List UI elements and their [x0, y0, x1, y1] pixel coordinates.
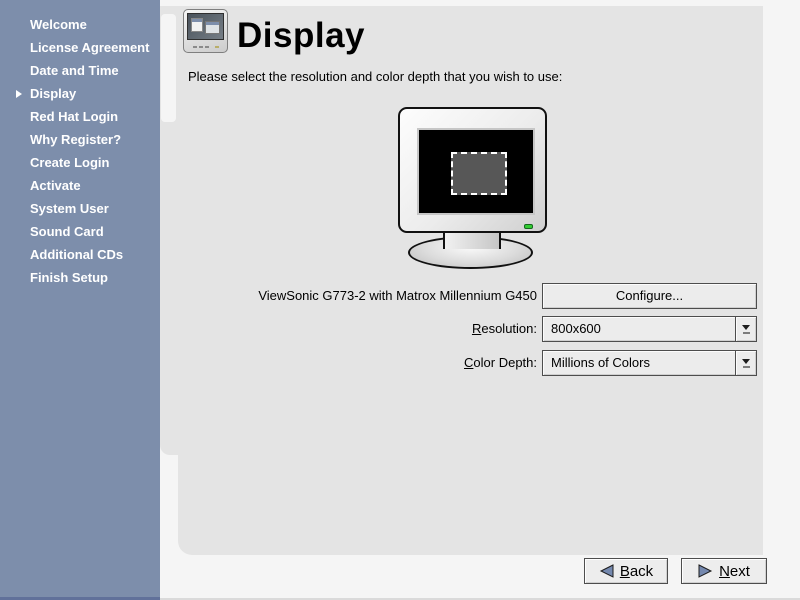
monitor-screen [417, 128, 535, 215]
display-header-icon [183, 9, 228, 53]
power-led [524, 224, 533, 229]
sidebar-item-system-user: System User [0, 197, 160, 220]
color-depth-combobox[interactable]: Millions of Colors [542, 350, 757, 376]
header-icon-monitor-screen [187, 13, 224, 40]
instruction-text: Please select the resolution and color d… [188, 69, 562, 84]
resolution-preview-area [451, 152, 507, 195]
resolution-dropdown-button[interactable] [735, 317, 756, 341]
header-icon-monitor-buttons [193, 46, 197, 48]
sidebar-item-date-and-time: Date and Time [0, 59, 160, 82]
back-button[interactable]: Back [584, 558, 668, 584]
next-button[interactable]: Next [681, 558, 767, 584]
sidebar-item-red-hat-login: Red Hat Login [0, 105, 160, 128]
sidebar-item-activate: Activate [0, 174, 160, 197]
chevron-down-icon [742, 325, 750, 330]
back-arrow-icon [599, 564, 614, 578]
color-depth-dropdown-button[interactable] [735, 351, 756, 375]
back-button-label: Back [620, 563, 653, 580]
page-title: Display [237, 16, 365, 56]
device-label: ViewSonic G773-2 with Matrox Millennium … [180, 283, 537, 309]
sidebar-item-license-agreement: License Agreement [0, 36, 160, 59]
resolution-combobox[interactable]: 800x600 [542, 316, 757, 342]
sidebar-item-finish-setup: Finish Setup [0, 266, 160, 289]
header-icon-window [205, 21, 220, 34]
sidebar-item-display: Display [0, 82, 160, 105]
sidebar: Welcome License Agreement Date and Time … [0, 0, 160, 600]
sidebar-item-sound-card: Sound Card [0, 220, 160, 243]
sidebar-item-welcome: Welcome [0, 13, 160, 36]
configure-button[interactable]: Configure... [542, 283, 757, 309]
next-arrow-icon [698, 564, 713, 578]
content-panel-notch [161, 14, 176, 122]
setup-steps-list: Welcome License Agreement Date and Time … [0, 0, 160, 289]
monitor-stand-neck [443, 231, 501, 249]
next-button-label: Next [719, 563, 750, 580]
monitor-illustration [395, 105, 560, 270]
sidebar-item-why-register: Why Register? [0, 128, 160, 151]
sidebar-item-create-login: Create Login [0, 151, 160, 174]
monitor-case [398, 107, 547, 233]
active-step-arrow-icon [16, 90, 22, 98]
color-depth-value: Millions of Colors [543, 351, 735, 375]
resolution-label: Resolution: [180, 316, 537, 342]
firstboot-window: { "sidebar": { "items": ["Welcome", "Lic… [0, 0, 800, 600]
header-icon-window [191, 18, 203, 32]
chevron-down-icon [742, 359, 750, 364]
resolution-value: 800x600 [543, 317, 735, 341]
content-panel [178, 6, 763, 555]
sidebar-item-additional-cds: Additional CDs [0, 243, 160, 266]
color-depth-label: Color Depth: [180, 350, 537, 376]
